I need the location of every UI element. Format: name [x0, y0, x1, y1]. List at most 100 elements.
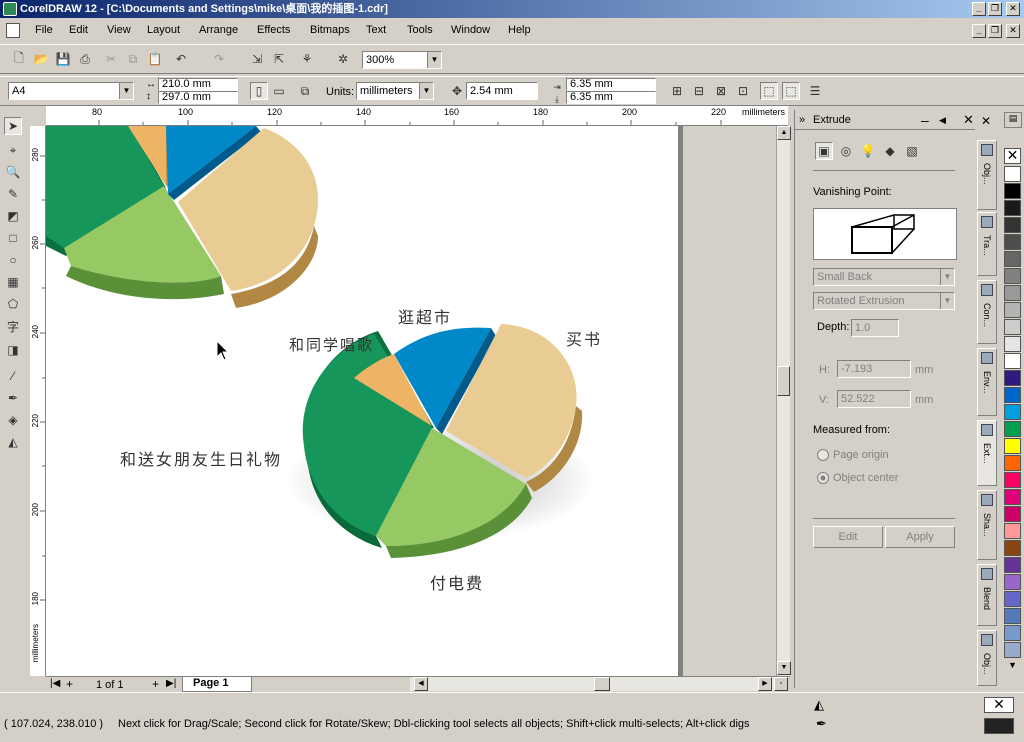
tab-contour[interactable]: Con... [977, 280, 997, 344]
menu-layout[interactable]: Layout [147, 24, 180, 36]
close-docker-icon[interactable]: ✕ [981, 114, 991, 128]
extrude-color-icon[interactable]: ◆ [881, 142, 899, 160]
extrude-bevel-icon[interactable]: ▧ [903, 142, 921, 160]
page-height-field[interactable]: 297.0 mm [158, 91, 238, 104]
outline-tool-icon[interactable]: ✒ [4, 389, 22, 407]
color-swatch[interactable] [1004, 319, 1021, 335]
document-icon[interactable] [6, 23, 20, 38]
color-swatch[interactable] [1004, 285, 1021, 301]
menu-window[interactable]: Window [451, 24, 490, 36]
menu-edit[interactable]: Edit [69, 24, 88, 36]
edit-button[interactable]: Edit [813, 526, 883, 548]
label-shopping[interactable]: 逛超市 [398, 304, 452, 328]
menu-bitmaps[interactable]: Bitmaps [310, 24, 350, 36]
snap-objects-icon[interactable]: ⊠ [712, 82, 730, 100]
docker-menu-icon[interactable]: ◀ [939, 110, 946, 130]
color-swatch[interactable] [1004, 217, 1021, 233]
menu-effects[interactable]: Effects [257, 24, 290, 36]
horizontal-scroll-thumb[interactable] [594, 677, 610, 691]
first-page-icon[interactable]: |◀ [50, 678, 60, 689]
color-swatch[interactable] [1004, 234, 1021, 250]
color-swatch[interactable] [1004, 540, 1021, 556]
menu-tools[interactable]: Tools [407, 24, 433, 36]
color-swatch[interactable] [1004, 353, 1021, 369]
palette-scroll-down-icon[interactable]: ▼ [1008, 660, 1017, 670]
treat-as-filled-icon[interactable]: ⬚ [760, 82, 778, 100]
color-swatch[interactable] [1004, 200, 1021, 216]
color-swatch[interactable] [1004, 302, 1021, 318]
tab-transform[interactable]: Tra... [977, 212, 997, 276]
color-swatch[interactable] [1004, 625, 1021, 641]
horizontal-scrollbar[interactable] [410, 677, 774, 691]
duplicate-x-field[interactable]: 6.35 mm [566, 78, 656, 91]
application-launcher-icon[interactable]: ⚘ [298, 50, 316, 68]
shape-tool-icon[interactable]: ⌖ [4, 141, 22, 159]
label-bills[interactable]: 付电费 [430, 570, 484, 594]
open-icon[interactable]: 📂 [32, 50, 50, 68]
menu-help[interactable]: Help [508, 24, 531, 36]
fill-color-swatch[interactable]: ✕ [984, 697, 1014, 713]
duplicate-y-field[interactable]: 6.35 mm [566, 91, 656, 104]
all-pages-icon[interactable]: ⧉ [296, 82, 314, 100]
color-swatch[interactable] [1004, 472, 1021, 488]
scroll-up-button[interactable]: ▲ [777, 126, 791, 140]
redo-icon[interactable]: ↷ [210, 50, 228, 68]
desktop-area[interactable] [683, 126, 776, 676]
docker-minimize-icon[interactable]: – [921, 110, 929, 130]
doc-close-button[interactable]: ✕ [1006, 24, 1020, 38]
menu-file[interactable]: File [35, 24, 53, 36]
portrait-icon[interactable]: ▯ [250, 82, 268, 100]
cut-icon[interactable]: ✂ [102, 50, 120, 68]
color-swatch[interactable] [1004, 591, 1021, 607]
nudge-distance-field[interactable]: 2.54 mm [466, 82, 538, 100]
tab-envelope[interactable]: Env... [977, 348, 997, 416]
basic-shapes-tool-icon[interactable]: ⬠ [4, 295, 22, 313]
color-swatch[interactable] [1004, 642, 1021, 658]
new-file-icon[interactable]: 🗋 [10, 50, 28, 68]
close-button[interactable]: ✕ [1006, 2, 1020, 16]
palette-menu-icon[interactable]: ▤ [1004, 112, 1022, 128]
save-icon[interactable]: 💾 [54, 50, 72, 68]
extrude-camera-icon[interactable]: ▣ [815, 142, 833, 160]
label-books[interactable]: 买书 [566, 326, 602, 350]
depth-field[interactable]: 1.0 [851, 319, 899, 337]
color-swatch[interactable] [1004, 421, 1021, 437]
export-icon[interactable]: ⇱ [270, 50, 288, 68]
interactive-blend-tool-icon[interactable]: ◨ [4, 341, 22, 359]
snap-guidelines-icon[interactable]: ⊟ [690, 82, 708, 100]
vanishing-h-field[interactable]: -7.193 [837, 360, 911, 378]
color-swatch[interactable] [1004, 387, 1021, 403]
tab-page-1[interactable]: Page 1 [182, 677, 252, 692]
color-swatch[interactable] [1004, 404, 1021, 420]
chevron-down-icon[interactable]: ▼ [119, 83, 133, 99]
import-icon[interactable]: ⇲ [248, 50, 266, 68]
docker-expand-icon[interactable]: » [799, 110, 805, 130]
copy-icon[interactable]: ⧉ [124, 50, 142, 68]
page-width-field[interactable]: 210.0 mm [158, 78, 238, 91]
doc-restore-button[interactable]: ❐ [988, 24, 1002, 38]
ellipse-tool-icon[interactable]: ○ [4, 251, 22, 269]
tab-extrude[interactable]: Ext... [977, 420, 997, 486]
color-swatch[interactable] [1004, 523, 1021, 539]
smart-fill-tool-icon[interactable]: ◩ [4, 207, 22, 225]
zoom-level-combo[interactable]: 300% ▼ [362, 51, 442, 69]
vanishing-v-field[interactable]: 52.522 [837, 390, 911, 408]
color-swatch[interactable] [1004, 166, 1021, 182]
vertical-scrollbar[interactable]: ▲ ▼ [776, 126, 791, 676]
color-swatch[interactable] [1004, 608, 1021, 624]
vertical-ruler[interactable]: 280 260 240 220 200 180 millimeters [30, 126, 46, 676]
tab-blend[interactable]: Blend [977, 564, 997, 626]
color-swatch[interactable] [1004, 557, 1021, 573]
extrusion-type-combo[interactable]: Small Back ▼ [813, 268, 955, 286]
chevron-down-icon[interactable]: ▼ [427, 52, 441, 68]
label-gift[interactable]: 和送女朋友生日礼物 [120, 446, 282, 470]
print-icon[interactable]: ⎙ [76, 50, 94, 68]
interactive-fill-tool-icon[interactable]: ◭ [4, 433, 22, 451]
pie-chart-copy[interactable] [46, 126, 318, 308]
vanishing-point-mode-combo[interactable]: Rotated Extrusion ▼ [813, 292, 955, 310]
vertical-scroll-thumb[interactable] [777, 366, 790, 396]
undo-icon[interactable]: ↶ [172, 50, 190, 68]
fill-tool-icon[interactable]: ◈ [4, 411, 22, 429]
add-page-after-icon[interactable]: + [152, 677, 159, 691]
snap-grid-icon[interactable]: ⊞ [668, 82, 686, 100]
